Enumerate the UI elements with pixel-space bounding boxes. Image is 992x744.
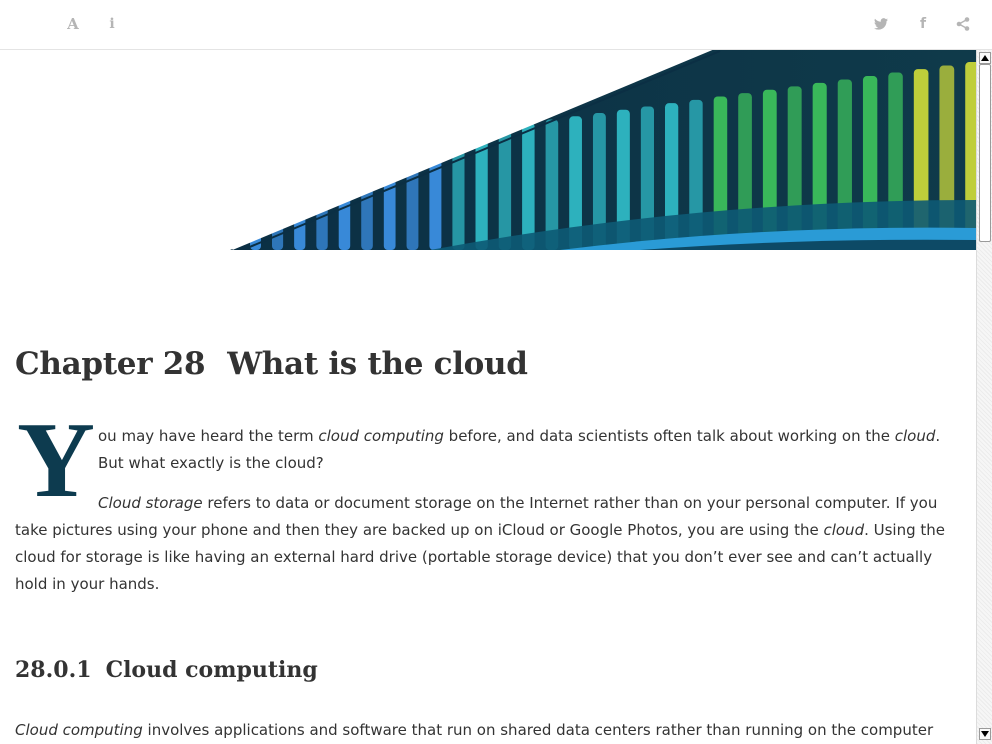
banner-rib — [429, 135, 442, 250]
chapter-title-text: What is the cloud — [227, 346, 528, 382]
term-cloud-computing: cloud computing — [318, 427, 444, 445]
arrow-down-icon — [981, 731, 989, 737]
cloud-computing-paragraph: Cloud computing involves applications an… — [15, 717, 965, 744]
scrollbar-thumb[interactable] — [979, 64, 991, 242]
twitter-icon — [874, 18, 888, 30]
computing-text-1: involves applications and software that … — [142, 721, 934, 739]
facebook-share-button[interactable]: f — [911, 12, 935, 36]
share-button[interactable] — [951, 12, 975, 36]
intro-paragraph: ou may have heard the term cloud computi… — [98, 423, 965, 477]
term-cloud-computing-2: Cloud computing — [15, 721, 143, 739]
facebook-icon: f — [919, 16, 927, 32]
term-cloud-storage: Cloud storage — [98, 494, 203, 512]
info-icon: i — [109, 16, 115, 32]
section-title: Cloud computing — [105, 657, 318, 683]
chapter-banner-image — [230, 50, 976, 250]
term-cloud-2: cloud — [823, 521, 865, 539]
arrow-up-icon — [981, 55, 989, 61]
intro-text-2: before, and data scientists often talk a… — [443, 427, 895, 445]
banner-rib — [498, 125, 512, 250]
term-cloud: cloud — [894, 427, 936, 445]
twitter-share-button[interactable] — [869, 12, 893, 36]
font-size-icon: A — [67, 15, 79, 33]
book-page[interactable]: Chapter 28 What is the cloud Y ou may hav… — [0, 50, 976, 744]
cloud-storage-paragraph: Cloud storage refers to data or document… — [15, 490, 965, 598]
font-settings-button[interactable]: A — [61, 12, 85, 36]
banner-rib — [316, 150, 328, 250]
book-toolbar: A i f — [0, 0, 992, 50]
scroll-up-button[interactable] — [979, 52, 991, 64]
banner-rib — [383, 141, 396, 250]
scroll-down-button[interactable] — [979, 728, 991, 740]
banner-rib — [294, 153, 306, 250]
intro-text-1: ou may have heard the term — [98, 427, 319, 445]
info-button[interactable]: i — [100, 12, 124, 36]
banner-rib — [406, 138, 419, 250]
section-heading: 28.0.1 Cloud computing — [15, 657, 318, 683]
chapter-number: Chapter 28 — [15, 346, 206, 382]
share-icon — [956, 17, 970, 31]
section-number: 28.0.1 — [15, 657, 92, 683]
chapter-title: Chapter 28 What is the cloud — [15, 346, 528, 382]
banner-rib — [522, 122, 535, 250]
vertical-scrollbar[interactable] — [976, 50, 992, 744]
